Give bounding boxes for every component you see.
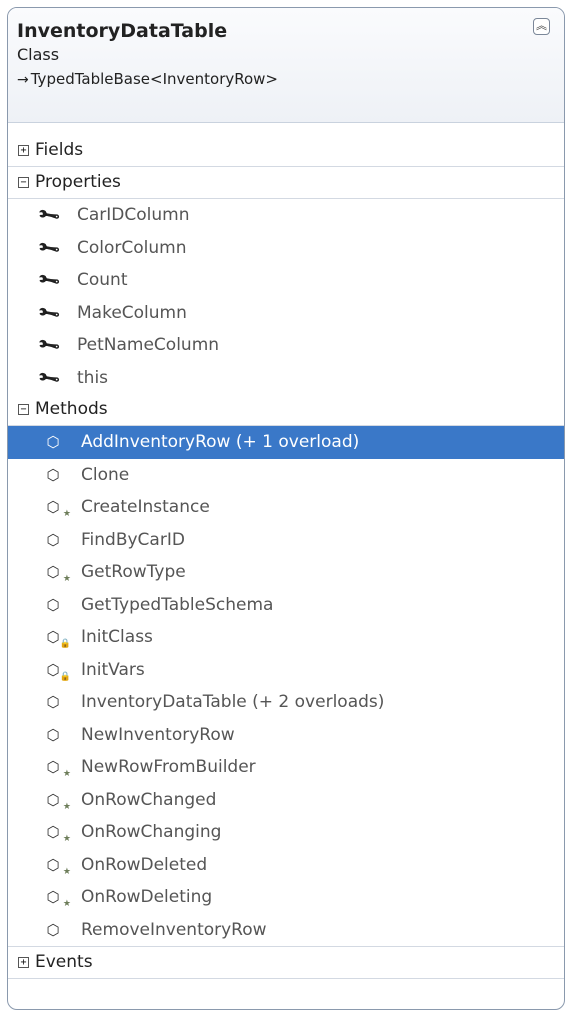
method-label: GetTypedTableSchema [81,594,274,615]
expand-icon[interactable]: + [18,145,29,156]
method-cube-icon: ⬡ [46,433,60,451]
method-cube-icon: ⬡ [46,465,60,484]
property-item[interactable]: 🔧 Count [8,264,564,297]
method-item[interactable]: ⬡ ★ OnRowChanged [8,784,564,817]
method-label: OnRowChanged [81,789,217,810]
property-label: PetNameColumn [77,335,220,355]
method-cube-icon: ⬡ ★ [42,849,71,882]
section-properties-label: Properties [35,172,121,192]
protected-badge-icon: ★ [62,769,71,779]
method-label: InitClass [81,627,153,647]
method-cube-icon: ⬡ [46,725,60,744]
inheritance-arrow-icon: → [17,72,29,88]
section-methods[interactable]: − Methods [8,394,564,426]
collapse-section-icon[interactable]: − [18,404,29,415]
method-item[interactable]: ⬡ FindByCarID [8,524,564,557]
method-item[interactable]: ⬡ ★ OnRowChanging [8,816,564,849]
properties-list: 🔧 CarIDColumn 🔧 ColorColumn 🔧 Count 🔧 MakeColum… [8,199,564,394]
section-fields[interactable]: + Fields [8,135,564,167]
method-item[interactable]: ⬡ ★ GetRowType [8,556,564,589]
method-label: OnRowChanging [81,822,222,842]
method-cube-icon: ⬡ 🔒 [42,654,71,687]
expand-icon[interactable]: + [18,957,29,968]
method-item[interactable]: ⬡ ★ CreateInstance [8,491,564,524]
protected-badge-icon: ★ [62,801,71,812]
method-label: NewRowFromBuilder [81,757,256,777]
property-item[interactable]: 🔧 this [8,362,564,395]
method-cube-icon: ⬡ ★ [42,556,71,589]
collapse-icon[interactable]: ︽ [533,18,550,35]
method-cube-icon: ⬡ 🔒 [42,621,71,654]
property-label: CarIDColumn [77,205,190,225]
section-properties[interactable]: − Properties [8,167,564,199]
method-label: InventoryDataTable (+ 2 overloads) [81,692,385,712]
class-title: InventoryDataTable [17,20,228,42]
method-item[interactable]: ⬡ InventoryDataTable (+ 2 overloads) [8,686,564,719]
class-header: InventoryDataTable Class → TypedTableBase… [8,8,564,123]
method-label: CreateInstance [81,497,210,517]
method-item[interactable]: ⬡ ★ OnRowDeleting [8,881,564,914]
protected-badge-icon: ★ [62,509,71,519]
method-cube-icon: ⬡ [46,530,60,549]
method-label: GetRowType [81,562,186,582]
method-label: OnRowDeleted [81,854,208,875]
section-events[interactable]: + Events [8,946,564,979]
method-label: Clone [81,464,130,485]
class-shape[interactable]: InventoryDataTable Class → TypedTableBase… [7,7,565,1010]
section-fields-label: Fields [35,140,84,160]
section-methods-label: Methods [35,399,108,419]
property-label: ColorColumn [77,237,187,258]
method-cube-icon: ⬡ ★ [42,751,71,784]
property-item[interactable]: 🔧 CarIDColumn [8,199,564,232]
method-label: NewInventoryRow [81,724,235,745]
method-label: OnRowDeleting [81,887,213,907]
method-cube-icon: ⬡ ★ [42,816,71,849]
protected-badge-icon: ★ [62,899,71,909]
method-cube-icon: ⬡ ★ [42,881,71,914]
method-label: InitVars [81,659,145,680]
protected-badge-icon: ★ [62,834,71,844]
property-label: MakeColumn [77,302,187,323]
method-cube-icon: ⬡ [46,920,60,939]
protected-badge-icon: ★ [62,866,71,877]
method-label: FindByCarID [81,529,185,550]
method-item[interactable]: ⬡ RemoveInventoryRow [8,914,564,947]
method-label: AddInventoryRow (+ 1 overload) [81,432,360,452]
method-item[interactable]: ⬡ AddInventoryRow (+ 1 overload) [8,426,564,459]
property-label: this [77,367,109,388]
method-item[interactable]: ⬡ NewInventoryRow [8,719,564,752]
method-item[interactable]: ⬡ 🔒 InitVars [8,654,564,687]
base-type-label: TypedTableBase<InventoryRow> [30,70,278,88]
method-label: RemoveInventoryRow [81,919,267,940]
class-kind: Class [17,45,60,64]
method-item[interactable]: ⬡ ★ OnRowDeleted [8,849,564,882]
wrench-icon: 🔧 [36,364,62,391]
base-type: → TypedTableBase<InventoryRow> [17,66,564,93]
method-item[interactable]: ⬡ Clone [8,459,564,492]
property-item[interactable]: 🔧 ColorColumn [8,232,564,265]
method-cube-icon: ⬡ ★ [42,784,71,817]
method-cube-icon: ⬡ [46,595,60,614]
methods-list: ⬡ AddInventoryRow (+ 1 overload) ⬡ Clone ⬡ ★ C… [8,426,564,946]
method-item[interactable]: ⬡ GetTypedTableSchema [8,589,564,622]
method-cube-icon: ⬡ [46,693,60,711]
collapse-section-icon[interactable]: − [18,177,29,188]
method-item[interactable]: ⬡ 🔒 InitClass [8,621,564,654]
method-item[interactable]: ⬡ ★ NewRowFromBuilder [8,751,564,784]
property-item[interactable]: 🔧 MakeColumn [8,297,564,330]
method-cube-icon: ⬡ ★ [42,491,71,524]
property-item[interactable]: 🔧 PetNameColumn [8,329,564,362]
section-events-label: Events [35,952,93,972]
property-label: Count [77,270,128,290]
protected-badge-icon: ★ [62,574,71,584]
